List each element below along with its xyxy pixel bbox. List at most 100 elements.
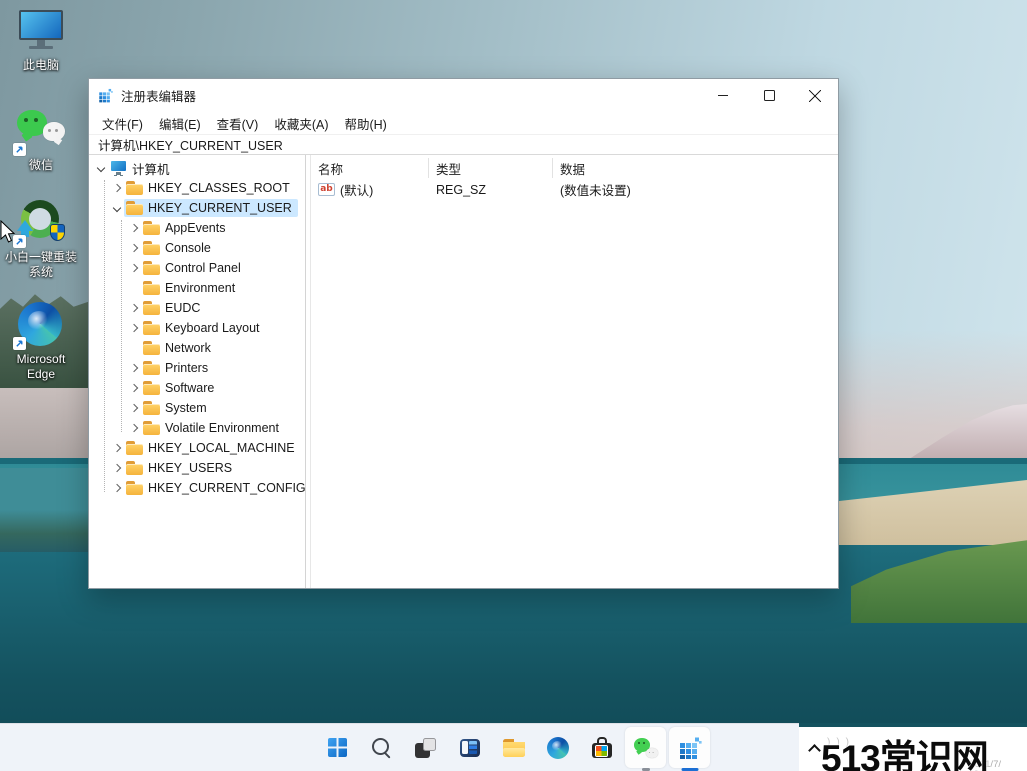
minimize-button[interactable] xyxy=(700,79,746,112)
registry-tree-pane[interactable]: 计算机 HKEY_CLASSES_ROOT HKEY_CURRENT_USER … xyxy=(89,155,306,588)
folder-icon xyxy=(143,301,160,315)
tree-item-control-panel[interactable]: Control Panel xyxy=(89,258,305,278)
edge-button[interactable] xyxy=(537,727,578,768)
tree-item-keyboard-layout[interactable]: Keyboard Layout xyxy=(89,318,305,338)
chevron-right-icon[interactable] xyxy=(127,321,141,335)
chevron-down-icon[interactable] xyxy=(110,201,124,215)
this-pc-icon xyxy=(15,6,67,56)
desktop-icon-label: Microsoft Edge xyxy=(4,352,78,382)
windows-logo-icon xyxy=(328,738,347,757)
desktop[interactable]: 此电脑 微信 小白一键重装 系统 Microsoft Edge 注册表编辑器 文… xyxy=(0,0,1027,771)
tree-item-label: EUDC xyxy=(165,301,201,315)
address-bar[interactable]: 计算机\HKEY_CURRENT_USER xyxy=(89,134,838,155)
label-line-2: Edge xyxy=(26,367,56,381)
chevron-right-icon[interactable] xyxy=(110,461,124,475)
titlebar[interactable]: 注册表编辑器 xyxy=(89,79,838,112)
window-controls xyxy=(700,79,838,112)
tree-item-hkey-current-config[interactable]: HKEY_CURRENT_CONFIG xyxy=(89,478,305,498)
file-explorer-button[interactable] xyxy=(493,727,534,768)
monitor-base-shape xyxy=(29,46,53,49)
wechat-bubble-small xyxy=(645,747,658,758)
tree-item-eudc[interactable]: EUDC xyxy=(89,298,305,318)
tree-item-environment[interactable]: Environment xyxy=(89,278,305,298)
computer-icon xyxy=(110,161,127,175)
wechat-bubble-small xyxy=(43,122,65,141)
tree-item-label: Software xyxy=(165,381,215,395)
values-list-pane[interactable]: 名称 类型 数据 ab (默认) REG_SZ (数值未设置) xyxy=(311,155,838,588)
search-button[interactable] xyxy=(361,727,402,768)
chevron-right-icon[interactable] xyxy=(127,301,141,315)
maximize-button[interactable] xyxy=(746,79,792,112)
tree-item-console[interactable]: Console xyxy=(89,238,305,258)
menu-file[interactable]: 文件(F) xyxy=(94,114,151,133)
wallpaper-left-reflection xyxy=(0,468,92,552)
tree-item-label: HKEY_USERS xyxy=(148,461,233,475)
wechat-icon xyxy=(633,737,658,758)
tree-item-hkey-current-user[interactable]: HKEY_CURRENT_USER xyxy=(89,198,305,218)
tree-item-hkey-users[interactable]: HKEY_USERS xyxy=(89,458,305,478)
tree-item-label: HKEY_LOCAL_MACHINE xyxy=(148,441,295,455)
chevron-right-icon[interactable] xyxy=(127,401,141,415)
chevron-right-icon[interactable] xyxy=(110,481,124,495)
start-button[interactable] xyxy=(317,727,358,768)
tree-item-network[interactable]: Network xyxy=(89,338,305,358)
shortcut-arrow-icon xyxy=(13,337,26,350)
tree-item-printers[interactable]: Printers xyxy=(89,358,305,378)
tree-item-computer[interactable]: 计算机 xyxy=(89,158,305,178)
widgets-button[interactable] xyxy=(449,727,490,768)
close-button[interactable] xyxy=(792,79,838,112)
chevron-down-icon[interactable] xyxy=(94,161,108,175)
chevron-right-icon[interactable] xyxy=(127,221,141,235)
tree-item-label: Console xyxy=(165,241,211,255)
value-name: (默认) xyxy=(340,184,374,198)
store-button[interactable] xyxy=(581,727,622,768)
folder-icon xyxy=(143,421,160,435)
wallpaper-sand xyxy=(0,388,92,468)
menu-edit[interactable]: 编辑(E) xyxy=(151,114,209,133)
tree-item-software[interactable]: Software xyxy=(89,378,305,398)
chevron-right-icon[interactable] xyxy=(127,261,141,275)
tray-chevron-up-icon[interactable] xyxy=(810,744,820,754)
desktop-icon-this-pc[interactable]: 此电脑 xyxy=(4,6,78,73)
desktop-icon-label: 此电脑 xyxy=(22,58,59,72)
task-view-button[interactable] xyxy=(405,727,446,768)
tree-item-label: Keyboard Layout xyxy=(165,321,260,335)
shield-shape xyxy=(50,224,65,241)
folder-icon xyxy=(143,281,160,295)
value-name-cell: ab (默认) xyxy=(311,180,429,199)
desktop-icon-wechat[interactable]: 微信 xyxy=(4,106,78,173)
desktop-icon-label: 小白一键重装 系统 xyxy=(4,250,78,280)
folder-icon xyxy=(143,401,160,415)
menu-view[interactable]: 查看(V) xyxy=(209,114,267,133)
value-data-cell: (数值未设置) xyxy=(560,184,631,198)
tree-item-hkey-classes-root[interactable]: HKEY_CLASSES_ROOT xyxy=(89,178,305,198)
chevron-right-icon[interactable] xyxy=(110,181,124,195)
tree-item-appevents[interactable]: AppEvents xyxy=(89,218,305,238)
tree-item-hkey-local-machine[interactable]: HKEY_LOCAL_MACHINE xyxy=(89,438,305,458)
chevron-right-icon[interactable] xyxy=(127,421,141,435)
window-body: 计算机 HKEY_CLASSES_ROOT HKEY_CURRENT_USER … xyxy=(89,155,838,588)
chevron-right-icon[interactable] xyxy=(127,361,141,375)
chevron-right-icon[interactable] xyxy=(127,241,141,255)
menu-favorites[interactable]: 收藏夹(A) xyxy=(266,114,336,133)
regedit-taskbar-button[interactable] xyxy=(669,727,710,771)
task-view-icon xyxy=(415,737,436,758)
chevron-right-icon[interactable] xyxy=(127,381,141,395)
chevron-right-icon[interactable] xyxy=(110,441,124,455)
tree-item-system[interactable]: System xyxy=(89,398,305,418)
store-windows-logo-shape xyxy=(596,745,607,756)
wechat-taskbar-button[interactable] xyxy=(625,727,666,771)
column-header-type[interactable]: 类型 xyxy=(429,158,553,178)
regedit-app-icon xyxy=(99,88,113,103)
menu-help[interactable]: 帮助(H) xyxy=(336,114,394,133)
column-header-data[interactable]: 数据 xyxy=(553,158,838,178)
tree-item-label: Volatile Environment xyxy=(165,421,279,435)
microsoft-store-icon xyxy=(591,737,612,758)
tree-item-volatile-environment[interactable]: Volatile Environment xyxy=(89,418,305,438)
tree-item-label: Network xyxy=(165,341,211,355)
xiaobai-reinstall-icon xyxy=(13,198,67,248)
desktop-icon-microsoft-edge[interactable]: Microsoft Edge xyxy=(4,300,78,382)
column-header-name[interactable]: 名称 xyxy=(311,158,429,178)
value-row-default[interactable]: ab (默认) REG_SZ (数值未设置) xyxy=(311,179,838,200)
regedit-cube-icon xyxy=(679,737,702,759)
